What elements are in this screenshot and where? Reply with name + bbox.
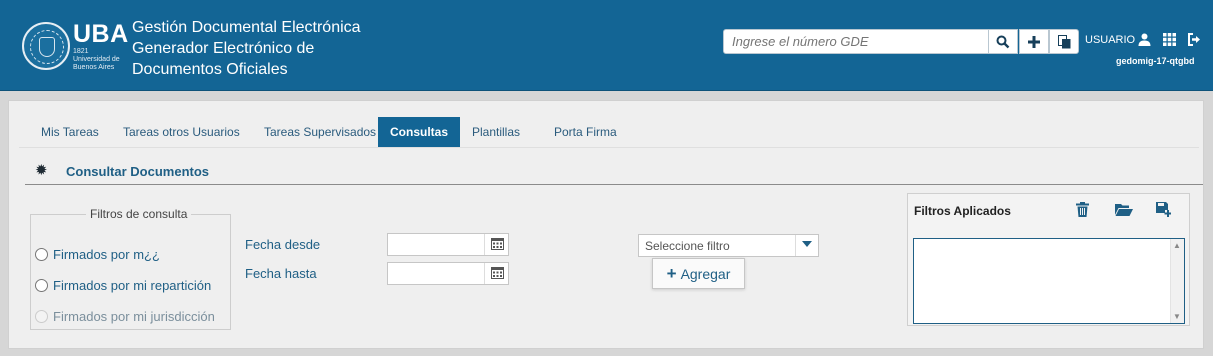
- filter-option-label: Firmados por mi repartición: [53, 278, 212, 293]
- add-filter-label: Agregar: [680, 265, 731, 282]
- radio-firmados-por-jurisdiccion: [35, 310, 48, 323]
- instance-id: gedomig-17-qtgbd: [1116, 56, 1195, 66]
- gde-search-input[interactable]: [723, 29, 989, 54]
- app-title-line-2: Generador Electrónico de: [132, 40, 315, 57]
- copy-icon: [1057, 34, 1070, 48]
- tab-mis-tareas[interactable]: Mis Tareas: [29, 117, 111, 147]
- scroll-down-icon[interactable]: ▼: [1173, 312, 1181, 321]
- plus-icon: +: [666, 263, 677, 283]
- app-title: Gestión Documental Electrónica Generador…: [132, 17, 361, 80]
- applied-filters-title: Filtros Aplicados: [914, 204, 1011, 218]
- search-button[interactable]: [988, 29, 1018, 54]
- calendar-icon[interactable]: [491, 266, 504, 282]
- logout-icon[interactable]: [1188, 33, 1201, 51]
- scroll-up-icon[interactable]: ▲: [1173, 241, 1181, 250]
- search-icon: [996, 35, 1010, 48]
- save-icon[interactable]: [1156, 202, 1172, 221]
- user-icon[interactable]: [1138, 33, 1151, 51]
- folder-open-icon[interactable]: [1115, 202, 1133, 220]
- filter-option-firmados-por-jurisdiccion: Firmados por mi jurisdicción: [35, 309, 215, 324]
- chevron-down-icon: [802, 239, 812, 251]
- apps-grid-icon[interactable]: [1163, 33, 1176, 51]
- brand-name: UBA: [73, 20, 129, 48]
- tab-porta-firma[interactable]: Porta Firma: [542, 117, 629, 147]
- filter-select[interactable]: Seleccione filtro: [638, 234, 819, 257]
- date-from-input[interactable]: [387, 233, 509, 256]
- filter-option-firmados-por-mi[interactable]: Firmados por m¿¿: [35, 247, 160, 262]
- filter-option-firmados-por-reparticion[interactable]: Firmados por mi repartición: [35, 278, 211, 293]
- tab-consultas[interactable]: Consultas: [378, 117, 461, 147]
- app-header: UBA 1821 Universidad de Buenos Aires Ges…: [0, 0, 1213, 91]
- user-label: USUARIO: [1085, 34, 1136, 46]
- brand-subtitle: 1821 Universidad de Buenos Aires: [73, 48, 120, 71]
- tab-tareas-supervisados[interactable]: Tareas Supervisados: [252, 117, 388, 147]
- applied-filters-list[interactable]: ▲ ▼: [913, 238, 1185, 324]
- tab-tareas-otros-usuarios[interactable]: Tareas otros Usuarios: [111, 117, 252, 147]
- copy-button[interactable]: [1049, 29, 1079, 54]
- section-title: Consultar Documentos: [66, 164, 210, 179]
- filter-option-label: Firmados por m¿¿: [53, 247, 160, 262]
- sun-icon: ✹: [35, 162, 48, 179]
- main-panel: Mis Tareas Tareas otros Usuarios Tareas …: [8, 100, 1204, 349]
- uba-logo: [22, 22, 70, 70]
- query-filters-group: Filtros de consulta Firmados por m¿¿ Fir…: [30, 207, 231, 330]
- radio-firmados-por-mi[interactable]: [35, 248, 48, 261]
- filter-select-value: Seleccione filtro: [645, 239, 730, 253]
- new-document-button[interactable]: [1019, 29, 1049, 54]
- app-title-line-3: Documentos Oficiales: [132, 61, 288, 78]
- plus-icon: [1028, 35, 1040, 48]
- applied-filters-panel: Filtros Aplicados ▲ ▼: [907, 193, 1190, 326]
- app-title-line-1: Gestión Documental Electrónica: [132, 19, 361, 36]
- date-to-label: Fecha hasta: [245, 266, 317, 281]
- trash-icon[interactable]: [1076, 202, 1089, 221]
- calendar-icon[interactable]: [491, 237, 504, 253]
- date-to-input[interactable]: [387, 262, 509, 285]
- tab-bar: Mis Tareas Tareas otros Usuarios Tareas …: [19, 117, 1199, 148]
- scrollbar[interactable]: ▲ ▼: [1170, 239, 1184, 323]
- radio-firmados-por-reparticion[interactable]: [35, 279, 48, 292]
- filter-option-label: Firmados por mi jurisdicción: [53, 309, 215, 324]
- date-from-label: Fecha desde: [245, 237, 321, 252]
- add-filter-button[interactable]: + Agregar: [652, 258, 745, 289]
- query-filters-legend: Filtros de consulta: [90, 207, 188, 221]
- tab-plantillas[interactable]: Plantillas: [460, 117, 532, 147]
- section-header: ✹ Consultar Documentos: [25, 159, 1203, 185]
